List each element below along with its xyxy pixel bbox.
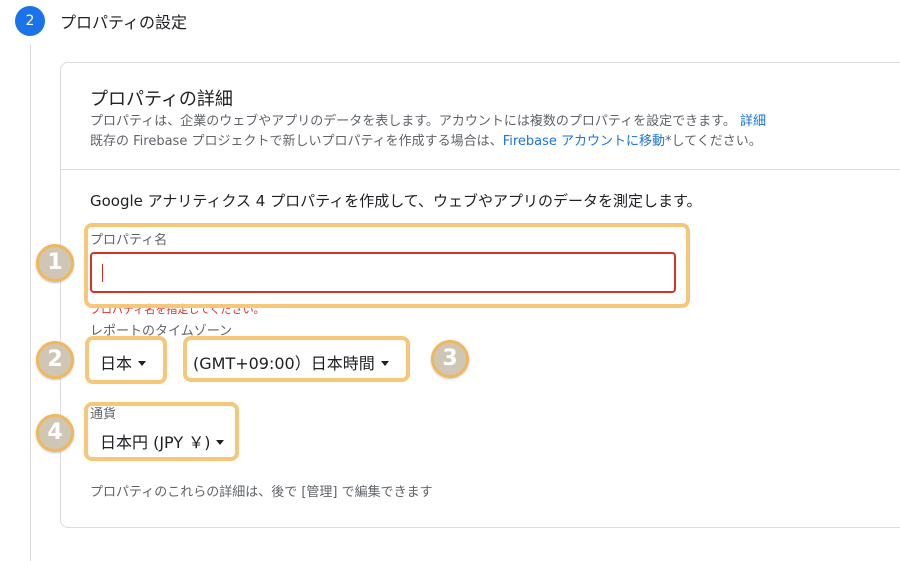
- card-divider: [61, 169, 900, 170]
- highlight-box-timezone: [183, 336, 410, 382]
- footer-note: プロパティのこれらの詳細は、後で [管理] で編集できます: [90, 485, 433, 500]
- step-connector-line: [30, 44, 31, 561]
- step-number-badge: 2: [15, 6, 45, 36]
- highlight-box-currency: [84, 402, 239, 461]
- highlight-box-country: [85, 336, 167, 384]
- card-desc-line2-suffix: *してください。: [665, 134, 762, 149]
- page: 2 プロパティの設定 プロパティの詳細 プロパティは、企業のウェブやアプリのデー…: [0, 0, 900, 561]
- annotation-badge-3: 3: [431, 340, 469, 378]
- details-link[interactable]: 詳細: [740, 114, 766, 129]
- firebase-account-link[interactable]: Firebase アカウントに移動: [503, 134, 665, 149]
- annotation-badge-4: 4: [36, 414, 74, 452]
- step-title: プロパティの設定: [60, 13, 188, 32]
- card-description: プロパティは、企業のウェブやアプリのデータを表します。アカウントには複数のプロパ…: [90, 112, 766, 152]
- annotation-badge-2: 2: [36, 341, 74, 379]
- annotation-badge-1: 1: [36, 244, 74, 282]
- card-desc-line1: プロパティは、企業のウェブやアプリのデータを表します。アカウントには複数のプロパ…: [90, 114, 736, 129]
- highlight-box-property-name: [84, 223, 690, 308]
- intro-text: Google アナリティクス 4 プロパティを作成して、ウェブやアプリのデータを…: [90, 192, 702, 210]
- card-title: プロパティの詳細: [90, 89, 233, 110]
- card-desc-line2-prefix: 既存の Firebase プロジェクトで新しいプロパティを作成する場合は、: [90, 134, 503, 149]
